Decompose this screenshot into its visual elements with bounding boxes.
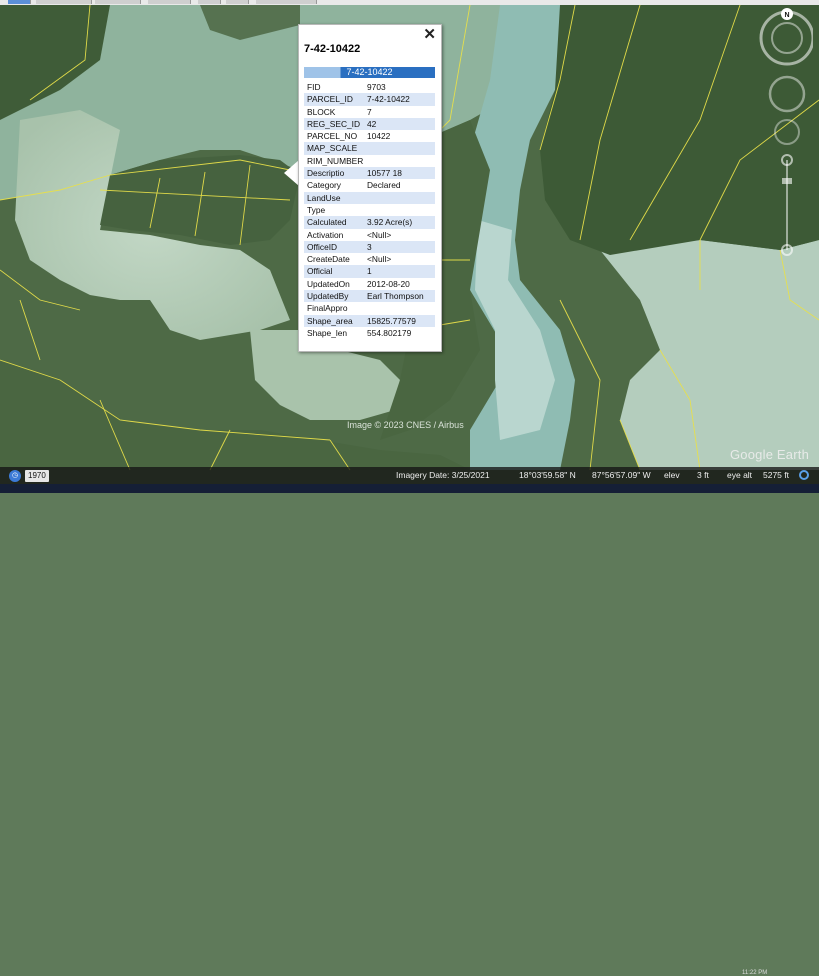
attribute-key: PARCEL_ID bbox=[307, 94, 353, 105]
attribute-key: OfficeID bbox=[307, 241, 338, 252]
latitude-readout: 18°03'59.58" N bbox=[519, 470, 576, 480]
attribute-row: PARCEL_NO 10422 bbox=[304, 130, 435, 142]
attribute-row: OfficeID 3 bbox=[304, 240, 435, 254]
attribute-row: CreateDate <Null> bbox=[304, 253, 435, 265]
close-icon[interactable]: ✕ bbox=[423, 27, 436, 42]
attribute-value: 2012-08-20 bbox=[367, 278, 410, 289]
attribute-row: FID 9703 bbox=[304, 81, 435, 93]
attribute-row: Shape_len 554.802179 bbox=[304, 327, 435, 339]
attribute-value: 42 bbox=[367, 118, 377, 129]
attribute-key: Shape_len bbox=[307, 327, 348, 338]
attribute-value: 15825.77579 bbox=[367, 315, 416, 326]
attribute-row: Type bbox=[304, 204, 435, 216]
popup-header: 7-42-10422 bbox=[304, 67, 435, 78]
attribute-value: Earl Thompson bbox=[367, 291, 424, 302]
elevation-label: elev bbox=[664, 470, 680, 480]
attribute-key: Activation bbox=[307, 229, 344, 240]
attribute-table: FID 9703 PARCEL_ID 7-42-10422 BLOCK 7 REG_SEC_… bbox=[304, 81, 435, 339]
elevation-value: 3 ft bbox=[697, 470, 709, 480]
attribute-key: UpdatedBy bbox=[307, 291, 349, 302]
attribute-row: Category Declared bbox=[304, 179, 435, 191]
status-bar: Imagery Date: 3/25/2021 18°03'59.58" N 8… bbox=[0, 467, 819, 484]
attribute-value bbox=[367, 155, 435, 167]
attribute-row: Activation <Null> bbox=[304, 229, 435, 241]
attribute-row: REG_SEC_ID 42 bbox=[304, 117, 435, 131]
parcel-info-popup: ✕ 7-42-10422 7-42-10422 FID 9703 PARCEL_ID… bbox=[298, 24, 442, 352]
attribute-key: UpdatedOn bbox=[307, 278, 350, 289]
attribute-key: Shape_area bbox=[307, 315, 353, 326]
historical-imagery-icon[interactable]: ◷ bbox=[9, 470, 21, 482]
pan-joystick[interactable] bbox=[774, 119, 800, 145]
attribute-key: Calculated bbox=[307, 217, 347, 228]
attribute-key: REG_SEC_ID bbox=[307, 118, 361, 129]
attribute-value: 9703 bbox=[367, 82, 386, 92]
attribute-key: FinalAppro bbox=[307, 303, 348, 314]
attribute-key: Type bbox=[307, 204, 326, 215]
attribute-key: CreateDate bbox=[307, 254, 350, 265]
attribute-value: 554.802179 bbox=[367, 327, 412, 338]
attribute-value: 3.92 Acre(s) bbox=[367, 217, 413, 228]
attribute-key: LandUse bbox=[307, 192, 341, 203]
attribute-row: FinalAppro bbox=[304, 302, 435, 314]
attribute-row: UpdatedOn 2012-08-20 bbox=[304, 278, 435, 290]
attribute-row: RIM_NUMBER bbox=[304, 155, 435, 167]
historical-year-badge[interactable]: 1970 bbox=[25, 470, 49, 482]
attribute-row: BLOCK 7 bbox=[304, 106, 435, 118]
attribute-key: BLOCK bbox=[307, 106, 336, 117]
attribute-key: RIM_NUMBER bbox=[307, 155, 364, 166]
attribute-value: Declared bbox=[367, 180, 401, 191]
attribute-value: 1 bbox=[367, 266, 372, 277]
taskbar-clock: 11:22 PM bbox=[742, 970, 768, 976]
attribute-value bbox=[367, 302, 435, 314]
look-joystick[interactable] bbox=[768, 75, 806, 113]
zoom-slider[interactable] bbox=[781, 154, 793, 256]
attribute-row: LandUse bbox=[304, 191, 435, 204]
attribute-key: PARCEL_NO bbox=[307, 131, 358, 142]
attribute-key: Category bbox=[307, 180, 341, 191]
popup-title: 7-42-10422 bbox=[304, 43, 361, 55]
compass-n-letter: N bbox=[784, 12, 789, 19]
attribute-key: MAP_SCALE bbox=[307, 143, 358, 154]
attribute-value: 7 bbox=[367, 106, 372, 117]
attribute-value: <Null> bbox=[367, 229, 392, 240]
attribute-row: Descriptio 10577 18 bbox=[304, 167, 435, 180]
attribute-value bbox=[367, 204, 435, 216]
attribute-row: Shape_area 15825.77579 bbox=[304, 314, 435, 327]
eye-alt-value: 5275 ft bbox=[763, 470, 789, 480]
attribute-row: MAP_SCALE bbox=[304, 142, 435, 155]
attribute-value: <Null> bbox=[367, 254, 392, 265]
attribute-row: Calculated 3.92 Acre(s) bbox=[304, 216, 435, 229]
attribute-value: 10422 bbox=[367, 131, 391, 142]
windows-taskbar: 11:22 PM bbox=[0, 484, 819, 976]
longitude-readout: 87°56'57.09" W bbox=[592, 470, 651, 480]
eye-alt-label: eye alt bbox=[727, 470, 753, 480]
attribute-row: UpdatedBy Earl Thompson bbox=[304, 290, 435, 303]
attribute-key: Descriptio bbox=[307, 168, 345, 179]
navigation-controls[interactable]: N bbox=[757, 8, 813, 262]
popup-pointer bbox=[284, 160, 299, 186]
streaming-status-icon bbox=[799, 470, 809, 480]
attribute-key: FID bbox=[307, 82, 321, 92]
attribute-value bbox=[367, 142, 435, 154]
google-earth-logo: Google Earth bbox=[730, 447, 810, 462]
attribute-key: Official bbox=[307, 266, 333, 277]
imagery-credit: Image © 2023 CNES / Airbus bbox=[347, 420, 464, 430]
imagery-date: Imagery Date: 3/25/2021 bbox=[396, 470, 490, 480]
attribute-value: 7-42-10422 bbox=[367, 94, 410, 105]
attribute-value bbox=[367, 192, 435, 204]
attribute-row: Official 1 bbox=[304, 265, 435, 278]
attribute-row: PARCEL_ID 7-42-10422 bbox=[304, 93, 435, 106]
attribute-value: 10577 18 bbox=[367, 168, 402, 179]
attribute-value: 3 bbox=[367, 241, 372, 252]
